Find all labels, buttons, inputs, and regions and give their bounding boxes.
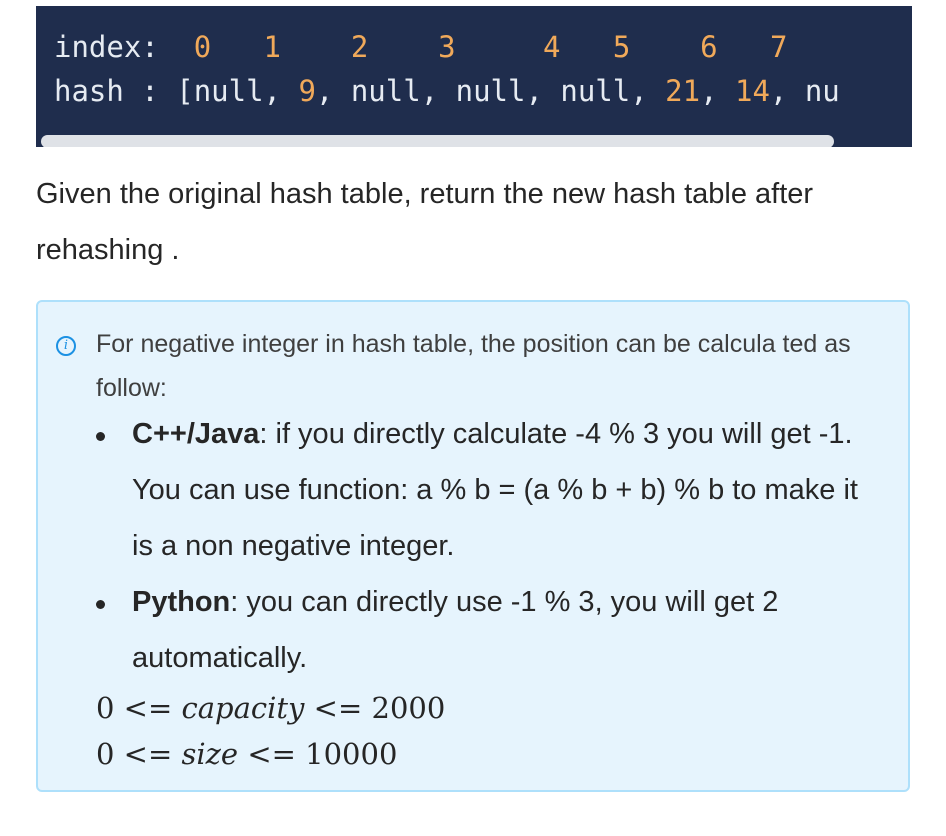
code-hash-line: hash : [null, 9, null, null, null, 21, 1… [54, 74, 840, 108]
info-note: For negative integer in hash table, the … [96, 330, 851, 402]
info-callout: i For negative integer in hash table, th… [36, 300, 910, 792]
info-circle-icon: i [56, 336, 76, 356]
list-item: C++/Java: if you directly calculate -4 %… [96, 406, 886, 574]
code-block: index: 0 1 2 3 4 5 6 7 hash : [null, 9, … [36, 6, 912, 147]
bullet-list: C++/Java: if you directly calculate -4 %… [96, 406, 886, 686]
code-index-line: index: 0 1 2 3 4 5 6 7 [54, 30, 788, 64]
bullet-bold-label: C++/Java [132, 418, 260, 450]
horizontal-scrollbar[interactable] [41, 135, 834, 147]
bullet-bold-label: Python [132, 586, 231, 618]
description-paragraph: Given the original hash table, return th… [36, 178, 814, 266]
list-item: Python: you can directly use -1 % 3, you… [96, 574, 886, 686]
constraint-size: 0 <= size <= 10000 [96, 737, 398, 771]
constraint-capacity: 0 <= capacity <= 2000 [96, 691, 446, 725]
